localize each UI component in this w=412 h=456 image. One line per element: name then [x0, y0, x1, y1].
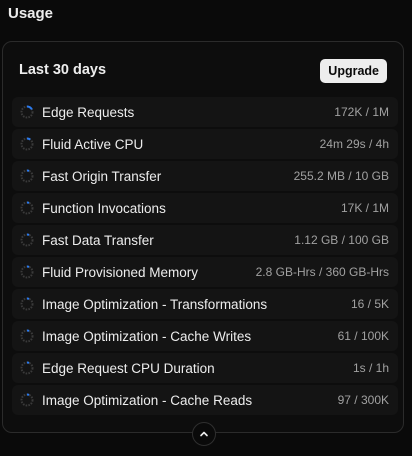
progress-ring-track	[20, 265, 34, 279]
progress-ring-icon	[20, 233, 34, 247]
progress-ring-track	[20, 361, 34, 375]
progress-ring-icon	[20, 265, 34, 279]
usage-card: Last 30 days Upgrade Edge Requests 172K …	[2, 41, 404, 433]
usage-value: 97 / 300K	[337, 393, 389, 407]
progress-ring-track	[20, 393, 34, 407]
usage-label: Function Invocations	[42, 200, 166, 216]
period-label: Last 30 days	[19, 62, 107, 78]
progress-ring-icon	[20, 393, 34, 407]
progress-ring-svg	[20, 265, 34, 279]
usage-label: Fast Data Transfer	[42, 232, 154, 248]
usage-value: 172K / 1M	[334, 105, 389, 119]
usage-list: Edge Requests 172K / 1M Fluid Active CPU…	[12, 97, 398, 417]
usage-label: Image Optimization - Cache Writes	[42, 328, 252, 344]
usage-row[interactable]: Fast Origin Transfer 255.2 MB / 10 GB	[12, 161, 398, 191]
progress-ring-icon	[20, 169, 34, 183]
usage-value: 24m 29s / 4h	[319, 137, 389, 151]
progress-ring-track	[20, 329, 34, 343]
progress-ring-svg	[20, 233, 34, 247]
progress-ring-track	[20, 297, 34, 311]
usage-label: Fluid Provisioned Memory	[42, 264, 199, 280]
card-header: Last 30 days Upgrade	[19, 59, 387, 83]
usage-row[interactable]: Image Optimization - Cache Writes 61 / 1…	[12, 321, 398, 351]
usage-label: Edge Requests	[42, 104, 135, 120]
usage-label: Image Optimization - Cache Reads	[42, 392, 253, 408]
progress-ring-svg	[20, 329, 34, 343]
progress-ring-svg	[20, 169, 34, 183]
progress-ring-icon	[20, 201, 34, 215]
progress-ring-svg	[20, 201, 34, 215]
usage-label: Image Optimization - Transformations	[42, 296, 268, 312]
usage-label: Fast Origin Transfer	[42, 168, 162, 184]
usage-value: 61 / 100K	[337, 329, 389, 343]
usage-row[interactable]: Fluid Provisioned Memory 2.8 GB-Hrs / 36…	[12, 257, 398, 287]
progress-ring-track	[20, 169, 34, 183]
usage-value: 255.2 MB / 10 GB	[293, 169, 389, 183]
usage-value: 16 / 5K	[350, 297, 389, 311]
usage-row[interactable]: Fluid Active CPU 24m 29s / 4h	[12, 129, 398, 159]
progress-ring-icon	[20, 137, 34, 151]
usage-value: 17K / 1M	[340, 201, 389, 215]
usage-row[interactable]: Image Optimization - Transformations 16 …	[12, 289, 398, 319]
usage-row[interactable]: Edge Request CPU Duration 1s / 1h	[12, 353, 398, 383]
section-title: Usage	[8, 5, 54, 22]
usage-row[interactable]: Fast Data Transfer 1.12 GB / 100 GB	[12, 225, 398, 255]
progress-ring-track	[20, 233, 34, 247]
usage-row[interactable]: Image Optimization - Cache Reads 97 / 30…	[12, 385, 398, 415]
usage-row[interactable]: Edge Requests 172K / 1M	[12, 97, 398, 127]
usage-row[interactable]: Function Invocations 17K / 1M	[12, 193, 398, 223]
upgrade-button[interactable]: Upgrade	[320, 59, 387, 83]
progress-ring-icon	[20, 297, 34, 311]
progress-ring-track	[20, 201, 34, 215]
progress-ring-svg	[20, 297, 34, 311]
collapse-button[interactable]	[192, 422, 216, 446]
progress-ring-svg	[20, 105, 34, 119]
progress-ring-svg	[20, 137, 34, 151]
usage-label: Fluid Active CPU	[42, 136, 144, 152]
progress-ring-svg	[20, 393, 34, 407]
progress-ring-svg	[20, 361, 34, 375]
progress-ring-icon	[20, 361, 34, 375]
progress-ring-track	[20, 137, 34, 151]
progress-ring-icon	[20, 105, 34, 119]
usage-value: 2.8 GB-Hrs / 360 GB-Hrs	[255, 265, 389, 279]
usage-value: 1.12 GB / 100 GB	[294, 233, 389, 247]
usage-value: 1s / 1h	[352, 361, 389, 375]
usage-label: Edge Request CPU Duration	[42, 360, 215, 376]
chevron-up-icon	[200, 431, 208, 437]
progress-ring-icon	[20, 329, 34, 343]
